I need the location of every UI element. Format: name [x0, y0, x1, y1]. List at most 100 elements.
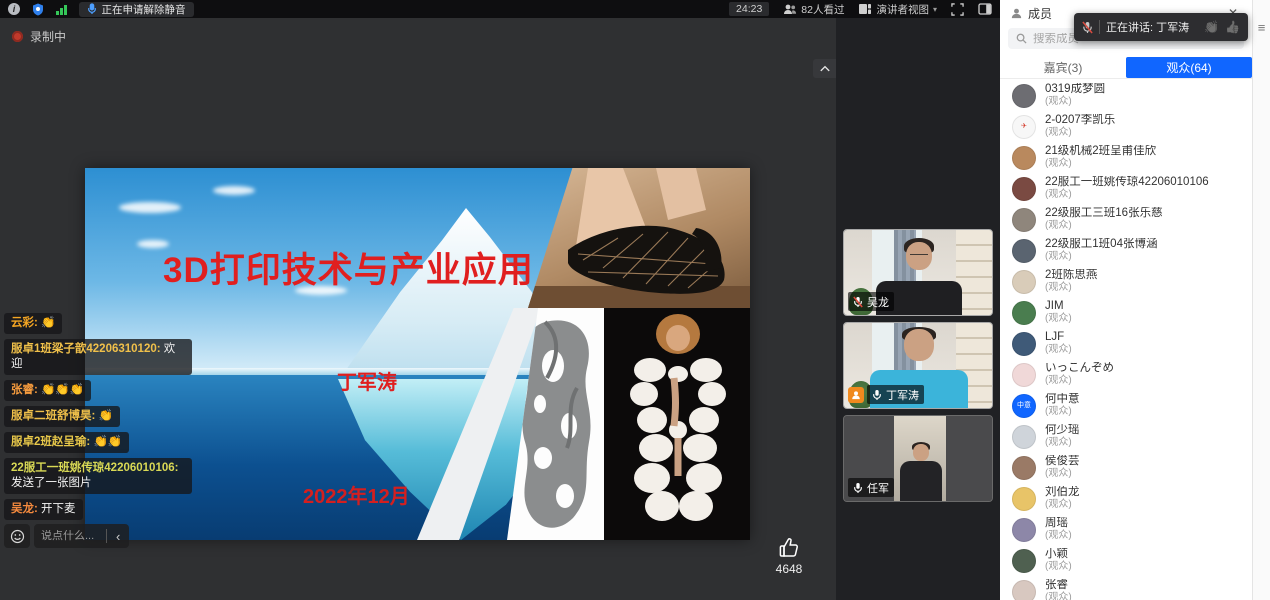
member-list-item[interactable]: 22级服工三班16张乐慈 (观众): [1000, 204, 1252, 235]
member-list-item[interactable]: いっこんぞめ (观众): [1000, 359, 1252, 390]
member-avatar: [1012, 84, 1036, 108]
member-avatar: 中意: [1012, 394, 1036, 418]
member-name: 小颖: [1045, 548, 1072, 561]
emoji-picker-button[interactable]: [4, 524, 30, 548]
member-avatar: [1012, 177, 1036, 201]
member-list-item[interactable]: 22级服工1班04张博涵 (观众): [1000, 235, 1252, 266]
member-role: (观众): [1045, 96, 1105, 108]
member-name: 何少瑶: [1045, 424, 1080, 437]
member-role: (观众): [1045, 313, 1072, 325]
slide-presenter-name: 丁军涛: [337, 366, 397, 395]
member-role: (观众): [1045, 220, 1163, 232]
chat-input-bar: ‹: [4, 524, 129, 548]
record-dot-icon: [12, 31, 23, 42]
member-name: いっこんぞめ: [1045, 362, 1114, 375]
tab-guests[interactable]: 嘉宾(3): [1000, 57, 1126, 78]
member-list-item[interactable]: 22服工一班姚传琼42206010106 (观众): [1000, 173, 1252, 204]
thumbs-up-icon[interactable]: [777, 536, 801, 560]
recording-indicator: 录制中: [12, 28, 66, 45]
fullscreen-button[interactable]: [951, 3, 964, 16]
webinar-app: i 正在申请解除静音 24:23 82人看过 演讲者视图 ▾: [0, 0, 1270, 600]
member-avatar: [1012, 301, 1036, 325]
mic-icon: [87, 3, 97, 15]
chat-message-text: 👏👏: [93, 436, 122, 448]
video-tile-dingjuntao[interactable]: 丁军涛: [843, 322, 993, 409]
member-list-item[interactable]: 张睿 (观众): [1000, 576, 1252, 600]
member-avatar: ✈: [1012, 115, 1036, 139]
video-tile-wulong[interactable]: 吴龙: [843, 229, 993, 316]
divider: [1099, 20, 1100, 34]
member-list-item[interactable]: LJF (观众): [1000, 328, 1252, 359]
elapsed-time: 24:23: [729, 2, 769, 16]
presenter-badge-icon: [848, 387, 864, 403]
chat-message-text: 👏: [99, 410, 113, 422]
member-avatar: [1012, 363, 1036, 387]
member-list-item[interactable]: 周瑶 (观众): [1000, 514, 1252, 545]
member-name: 2班陈思燕: [1045, 269, 1097, 282]
view-mode-label: 演讲者视图: [876, 2, 929, 17]
member-list-item[interactable]: 2班陈思燕 (观众): [1000, 266, 1252, 297]
cloud: [213, 186, 255, 195]
presentation-stage: 录制中 3D打印技术与产业应用 丁军涛 2022年12月: [0, 18, 836, 600]
members-panel: 成员 ··· ✕ 嘉宾(3) 观众(64) 0319成梦圆 (观众) ✈: [1000, 0, 1252, 600]
chat-input-container: ‹: [34, 524, 129, 548]
member-avatar: [1012, 239, 1036, 263]
video-thumbnail-column: 吴龙 丁军涛: [836, 18, 1000, 600]
tab-audience[interactable]: 观众(64): [1126, 57, 1252, 78]
recording-label: 录制中: [30, 28, 66, 45]
member-list: 0319成梦圆 (观众) ✈ 2-0207李凯乐 (观众) 21级机械2班呈甫佳…: [1000, 80, 1252, 600]
collapse-video-strip-button[interactable]: [813, 59, 836, 78]
video-tile-renjun[interactable]: 任军: [843, 415, 993, 502]
muted-mic-icon: [853, 296, 863, 308]
member-list-item[interactable]: 0319成梦圆 (观众): [1000, 80, 1252, 111]
member-name: 2-0207李凯乐: [1045, 114, 1115, 127]
member-name: 张睿: [1045, 579, 1072, 592]
member-list-item[interactable]: 中意 何中意 (观众): [1000, 390, 1252, 421]
member-name: 21级机械2班呈甫佳欣: [1045, 145, 1156, 158]
chat-input[interactable]: [41, 530, 99, 542]
member-list-item[interactable]: 小颖 (观众): [1000, 545, 1252, 576]
member-role: (观众): [1045, 437, 1080, 449]
member-name: 0319成梦圆: [1045, 83, 1105, 96]
member-list-item[interactable]: 21级机械2班呈甫佳欣 (观众): [1000, 142, 1252, 173]
viewer-count[interactable]: 82人看过: [783, 2, 844, 17]
person-icon: [1010, 7, 1023, 19]
shield-icon[interactable]: [32, 3, 44, 16]
member-list-item[interactable]: ✈ 2-0207李凯乐 (观众): [1000, 111, 1252, 142]
member-list-item[interactable]: JIM (观众): [1000, 297, 1252, 328]
applause-reaction-icon[interactable]: 👏: [1204, 20, 1219, 34]
mic-icon: [853, 482, 863, 494]
chat-sender-name: 张睿:: [11, 384, 38, 396]
member-role: (观众): [1045, 127, 1115, 139]
people-icon: [783, 3, 797, 15]
chat-sender-name: 服卓2班赵呈瑜:: [11, 436, 90, 448]
chat-message-text: 发送了一张图片: [11, 477, 92, 489]
menu-icon[interactable]: ≡: [1256, 20, 1268, 35]
chat-message-text: 开下麦: [41, 503, 76, 515]
chat-message-text: 👏: [41, 317, 55, 329]
member-name: LJF: [1045, 331, 1072, 344]
collapse-chat-button[interactable]: ‹: [114, 529, 122, 544]
viewer-count-label: 82人看过: [801, 2, 844, 17]
member-name: 22级服工1班04张博涵: [1045, 238, 1157, 251]
cloud: [119, 202, 181, 213]
chat-message: 服卓2班赵呈瑜: 👏👏: [4, 432, 129, 453]
member-avatar: [1012, 332, 1036, 356]
unmute-banner-label: 正在申请解除静音: [102, 2, 186, 17]
member-name: 22服工一班姚传琼42206010106: [1045, 176, 1209, 189]
member-role: (观众): [1045, 561, 1072, 573]
thumbs-up-reaction-icon[interactable]: 👍: [1225, 20, 1240, 34]
member-avatar: [1012, 487, 1036, 511]
view-mode-selector[interactable]: 演讲者视图 ▾: [858, 2, 937, 17]
member-list-item[interactable]: 侯俊芸 (观众): [1000, 452, 1252, 483]
unmute-request-banner[interactable]: 正在申请解除静音: [79, 2, 194, 17]
side-panel-toggle[interactable]: [978, 3, 992, 15]
member-list-item[interactable]: 何少瑶 (观众): [1000, 421, 1252, 452]
info-icon[interactable]: i: [8, 3, 20, 15]
member-list-item[interactable]: 刘伯龙 (观众): [1000, 483, 1252, 514]
member-role: (观众): [1045, 468, 1080, 480]
member-name: 侯俊芸: [1045, 455, 1080, 468]
participant-name: 任军: [867, 480, 889, 496]
member-avatar: [1012, 270, 1036, 294]
member-name: 22级服工三班16张乐慈: [1045, 207, 1163, 220]
